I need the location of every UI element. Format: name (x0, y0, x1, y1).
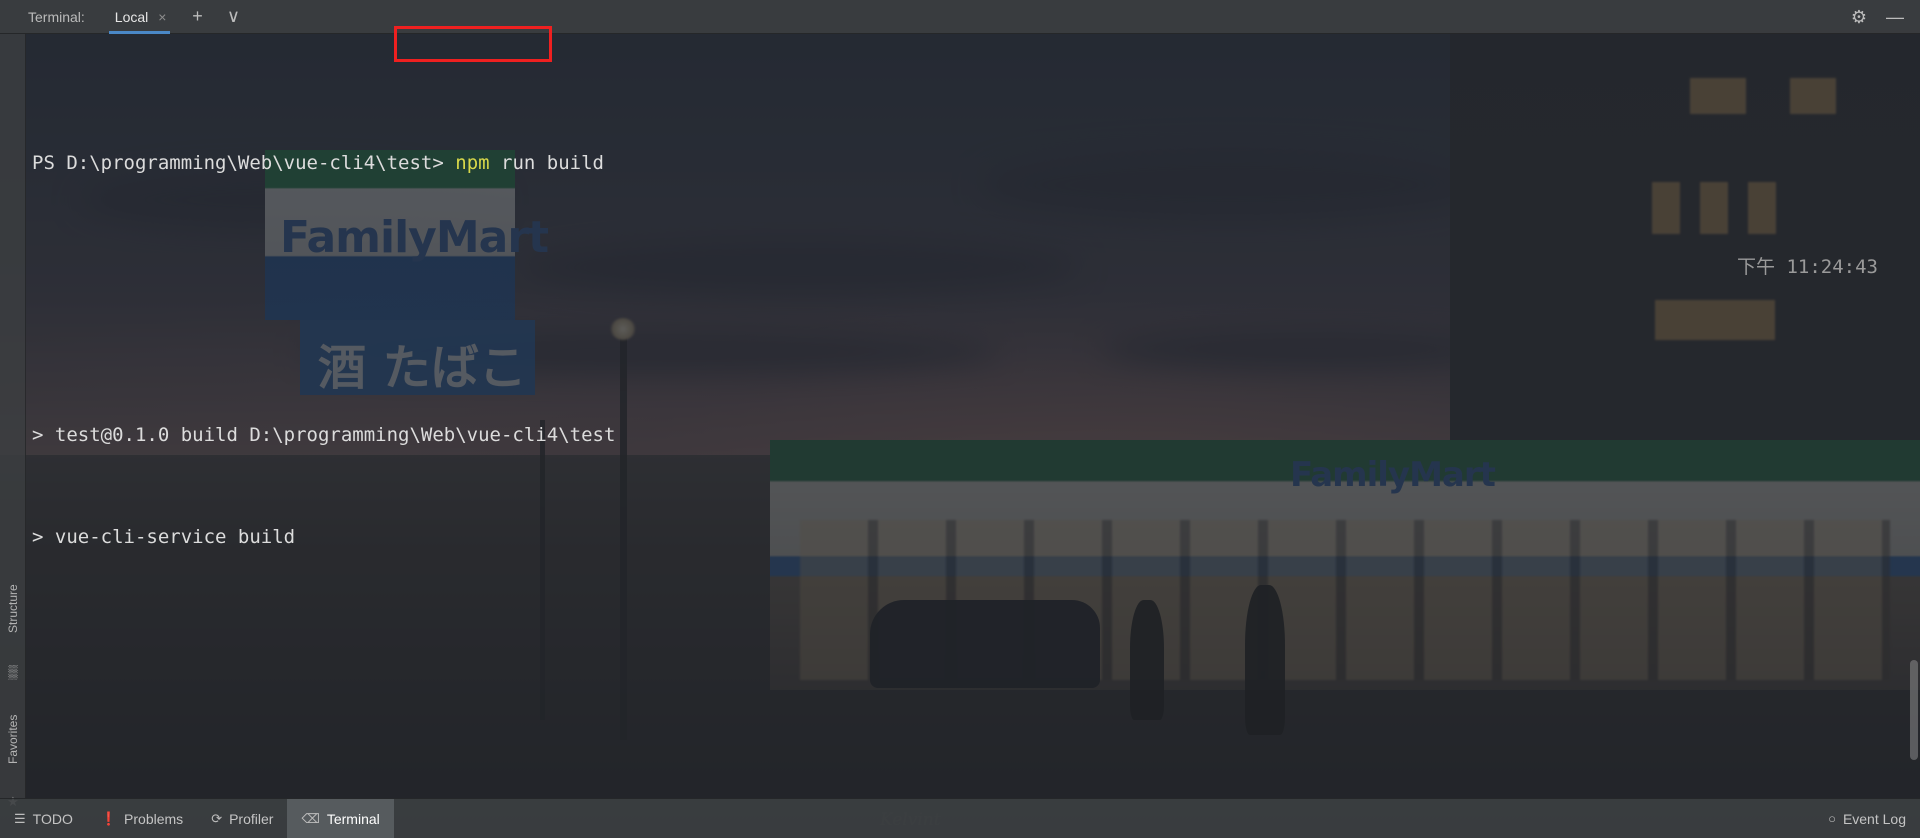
minimize-icon[interactable]: — (1880, 2, 1910, 32)
warning-icon: ❗ (100, 811, 118, 826)
status-item-label: TODO (32, 810, 73, 827)
status-item-event-log[interactable]: ○ Event Log (1814, 799, 1920, 838)
status-item-problems[interactable]: ❗ Problems (87, 799, 197, 838)
status-item-label: Profiler (229, 810, 274, 827)
gear-icon[interactable]: ⚙ (1844, 2, 1874, 32)
ide-window: FamilyMart 酒 たばこ FamilyMart Kelvint Term… (0, 0, 1920, 838)
terminal-output[interactable]: PS D:\programming\Web\vue-cli4\test> npm… (26, 34, 1920, 798)
terminal-tab-local[interactable]: Local × (103, 0, 177, 34)
terminal-line-npm-script: > test@0.1.0 build D:\programming\Web\vu… (32, 424, 616, 446)
status-item-profiler[interactable]: ⟳ Profiler (197, 799, 287, 838)
terminal-timestamp: 下午 11:24:43 (1737, 256, 1878, 278)
list-icon: ☰ (14, 811, 26, 826)
structure-icon: ▒ (8, 664, 18, 679)
annotation-rectangle (394, 26, 552, 62)
add-terminal-icon[interactable]: + (182, 2, 212, 32)
command-args: run build (489, 152, 604, 174)
status-bar: ☰ TODO ❗ Problems ⟳ Profiler ⌫ Terminal … (0, 798, 1920, 838)
tool-window-label: Terminal: (28, 8, 85, 25)
prompt-text: PS D:\programming\Web\vue-cli4\test> (32, 152, 444, 174)
tab-label: Local (114, 8, 149, 25)
status-item-label: Terminal (326, 810, 380, 827)
terminal-line-prompt-command: PS D:\programming\Web\vue-cli4\test> npm… (32, 146, 1920, 180)
sidebar-item-favorites[interactable]: Favorites (0, 694, 26, 784)
chevron-down-icon[interactable]: ∨ (218, 2, 248, 32)
status-item-terminal[interactable]: ⌫ Terminal (287, 798, 394, 838)
command-npm: npm (455, 152, 490, 174)
terminal-tool-header: Terminal: Local × + ∨ ⚙ — (0, 0, 1920, 34)
status-item-label: Event Log (1842, 810, 1906, 827)
sidebar-item-structure[interactable]: Structure (0, 564, 26, 654)
left-tool-strip: Structure ▒ Favorites ★ (0, 34, 26, 809)
vertical-scrollbar[interactable] (1910, 660, 1918, 760)
event-log-icon: ○ (1828, 811, 1836, 826)
status-item-label: Problems (124, 810, 184, 827)
terminal-line-service: > vue-cli-service build (32, 526, 296, 548)
close-icon[interactable]: × (158, 10, 166, 24)
status-item-todo[interactable]: ☰ TODO (0, 799, 87, 838)
terminal-icon: ⌫ (301, 811, 320, 826)
profiler-icon: ⟳ (211, 811, 223, 826)
